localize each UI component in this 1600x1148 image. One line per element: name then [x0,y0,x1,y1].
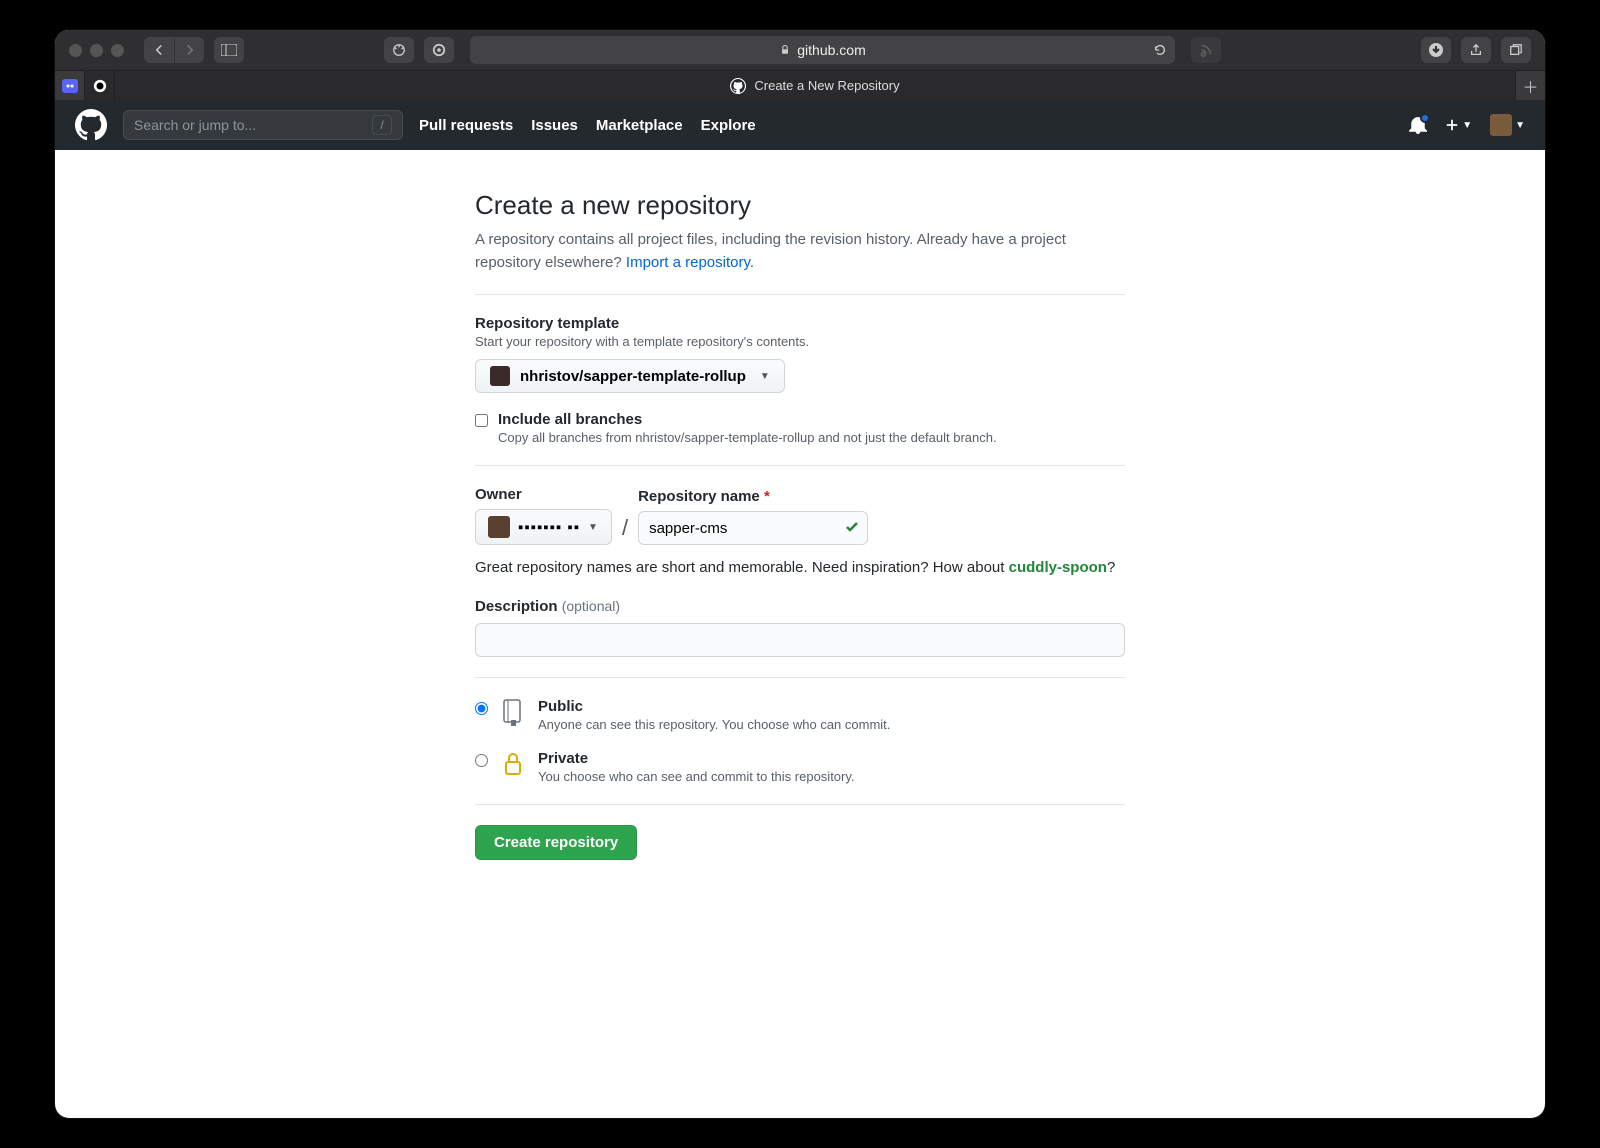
nav-pull-requests[interactable]: Pull requests [419,117,513,134]
rss-icon [1191,37,1221,63]
nav-back-forward[interactable] [144,37,204,63]
description-label: Description (optional) [475,598,1125,615]
repo-name-input[interactable] [638,511,868,545]
pinned-tab-other[interactable] [85,71,115,100]
template-selected: nhristov/sapper-template-rollup [520,368,746,385]
window-controls[interactable] [69,44,124,57]
owner-repo-separator: / [622,515,628,545]
share-button[interactable] [1461,37,1491,63]
unread-indicator-icon [1420,113,1430,123]
owner-value: ▪▪▪▪▪▪▪ ▪▪ [518,519,580,536]
name-suggestion[interactable]: cuddly-spoon [1009,559,1107,576]
new-tab-button[interactable]: ＋ [1515,71,1545,100]
visibility-private-radio[interactable] [475,754,488,767]
nav-issues[interactable]: Issues [531,117,578,134]
search-placeholder: Search or jump to... [134,117,256,133]
template-sub: Start your repository with a template re… [475,334,1125,349]
slash-key-hint: / [372,115,392,135]
template-label: Repository template [475,315,1125,332]
owner-avatar-icon [488,516,510,538]
repo-public-icon [500,698,526,726]
owner-select[interactable]: ▪▪▪▪▪▪▪ ▪▪ ▼ [475,509,612,545]
close-icon[interactable] [69,44,82,57]
url-host: github.com [797,42,865,58]
avatar [1490,114,1512,136]
github-favicon-icon [730,78,746,94]
visibility-private-sub: You choose who can see and commit to thi… [538,769,855,784]
repo-name-label: Repository name * [638,488,868,505]
page-title: Create a new repository [475,190,1125,221]
caret-down-icon: ▼ [1515,120,1525,131]
page-lead: A repository contains all project files,… [475,229,1125,274]
visibility-public-title: Public [538,698,890,715]
description-input[interactable] [475,623,1125,657]
plus-icon [1445,118,1459,132]
template-select[interactable]: nhristov/sapper-template-rollup ▼ [475,359,785,393]
import-repo-link[interactable]: Import a repository. [626,254,754,271]
shield-icon[interactable] [424,37,454,63]
page-body: Create a new repository A repository con… [55,150,1545,920]
include-branches-title: Include all branches [498,411,997,428]
chevron-down-icon: ▼ [588,522,599,533]
back-button[interactable] [144,37,174,63]
include-branches-checkbox[interactable] [475,414,488,427]
search-input[interactable]: Search or jump to... / [123,110,403,140]
template-avatar-icon [490,366,510,386]
minimize-icon[interactable] [90,44,103,57]
reload-button[interactable] [1153,43,1167,57]
tab-title: Create a New Repository [754,78,899,93]
downloads-button[interactable] [1421,37,1451,63]
forward-button [174,37,204,63]
visibility-private-title: Private [538,750,855,767]
nav-explore[interactable]: Explore [701,117,756,134]
browser-chrome: github.com [55,30,1545,100]
visibility-public-radio[interactable] [475,702,488,715]
chevron-down-icon: ▼ [760,371,770,382]
github-header: Search or jump to... / Pull requests Iss… [55,100,1545,150]
repo-name-hint: Great repository names are short and mem… [475,559,1125,576]
include-branches-sub: Copy all branches from nhristov/sapper-t… [498,430,997,445]
tabs-button[interactable] [1501,37,1531,63]
create-menu[interactable]: ▼ [1445,118,1472,132]
user-menu[interactable]: ▼ [1490,114,1525,136]
visibility-public-sub: Anyone can see this repository. You choo… [538,717,890,732]
check-ok-icon [844,519,860,535]
sidebar-toggle-button[interactable] [214,37,244,63]
address-bar[interactable]: github.com [470,36,1175,64]
notifications-button[interactable] [1409,116,1427,134]
lock-icon [500,750,526,778]
extension-icon[interactable] [384,37,414,63]
lock-icon [779,44,791,56]
owner-label: Owner [475,486,612,503]
github-logo-icon[interactable] [75,109,107,141]
nav-marketplace[interactable]: Marketplace [596,117,683,134]
create-repository-button[interactable]: Create repository [475,825,637,860]
zoom-icon[interactable] [111,44,124,57]
pinned-tab-discord[interactable] [55,71,85,100]
caret-down-icon: ▼ [1462,120,1472,131]
browser-tab-active[interactable]: Create a New Repository [115,71,1515,100]
